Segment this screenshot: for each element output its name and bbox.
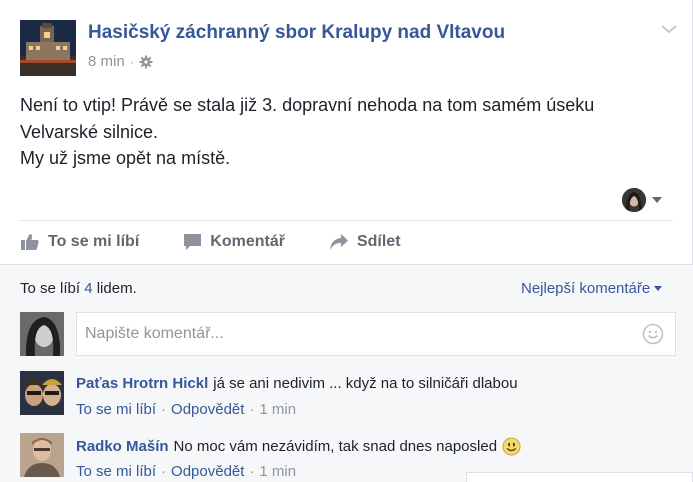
comment-text: já se ani nedivim ... když na to silničá…: [213, 375, 518, 392]
comment-author-link[interactable]: Radko Mašín: [76, 438, 169, 455]
avatar[interactable]: [20, 433, 64, 477]
comments-section: To se líbí 4 lidem. Nejlepší komentáře N…: [0, 264, 693, 482]
comment-text: No moc vám nezávidím, tak snad dnes napo…: [173, 438, 498, 455]
avatar[interactable]: [20, 371, 64, 415]
avatar: [20, 312, 64, 356]
comment-author-link[interactable]: Paťas Hrotrn Hickl: [76, 375, 208, 392]
post-text-line: My už jsme opět na místě.: [20, 148, 231, 168]
smiley-emoji-icon: [502, 437, 521, 456]
comment-reply-link[interactable]: Odpovědět: [171, 401, 244, 418]
like-button[interactable]: To se mi líbí: [20, 233, 139, 251]
comment-body: Radko Mašín No moc vám nezávidím, tak sn…: [76, 437, 521, 456]
post-meta: 8 min ·: [88, 53, 153, 70]
post-as-selector[interactable]: [622, 188, 662, 212]
comment-label: Komentář: [210, 233, 285, 250]
likes-count-link[interactable]: 4: [84, 280, 92, 297]
avatar: [622, 188, 646, 212]
likes-summary: To se líbí 4 lidem.: [20, 280, 137, 297]
emoji-icon[interactable]: [642, 323, 664, 345]
chevron-down-icon[interactable]: [659, 22, 679, 36]
page-avatar[interactable]: [20, 20, 76, 76]
gear-icon[interactable]: [139, 55, 153, 69]
popup-edge: [466, 472, 693, 482]
footer-separator: ·: [249, 401, 255, 418]
thumbs-up-icon: [21, 234, 39, 250]
likes-suffix: lidem.: [96, 280, 137, 297]
caret-down-icon: [654, 286, 663, 291]
comment-body: Paťas Hrotrn Hickl já se ani nedivim ...…: [76, 375, 518, 392]
comment-sort-dropdown[interactable]: Nejlepší komentáře: [521, 280, 663, 297]
post-text: Není to vtip! Právě se stala již 3. dopr…: [20, 92, 670, 172]
share-icon: [329, 234, 348, 250]
like-label: To se mi líbí: [48, 233, 140, 250]
divider: [20, 220, 673, 221]
likes-prefix: To se líbí: [20, 280, 81, 297]
sort-label: Nejlepší komentáře: [521, 280, 651, 297]
page-name-link[interactable]: Hasičský záchranný sbor Kralupy nad Vlta…: [88, 22, 505, 44]
share-button[interactable]: Sdílet: [329, 233, 401, 251]
comment-icon: [184, 234, 202, 250]
comment-like-link[interactable]: To se mi líbí: [76, 401, 156, 418]
comment-footer: To se mi líbí · Odpovědět · 1 min: [76, 401, 296, 418]
footer-separator: ·: [249, 463, 255, 480]
comment-time[interactable]: 1 min: [259, 463, 296, 480]
post-actions: To se mi líbí Komentář Sdílet: [20, 228, 445, 256]
post-text-line: Velvarské silnice.: [20, 121, 159, 142]
post-card: Hasičský záchranný sbor Kralupy nad Vlta…: [0, 0, 693, 482]
post-text-line: Není to vtip! Právě se stala již 3. dopr…: [20, 95, 595, 115]
meta-separator: ·: [129, 54, 134, 69]
share-label: Sdílet: [356, 233, 401, 250]
comment-reply-link[interactable]: Odpovědět: [171, 463, 244, 480]
comment-footer: To se mi líbí · Odpovědět · 1 min: [76, 463, 296, 480]
comment-input[interactable]: [76, 312, 676, 356]
footer-separator: ·: [161, 401, 167, 418]
comment-time[interactable]: 1 min: [259, 401, 296, 418]
footer-separator: ·: [161, 463, 167, 480]
post-timestamp[interactable]: 8 min: [88, 53, 125, 70]
caret-down-icon: [652, 197, 662, 203]
comment-button[interactable]: Komentář: [183, 233, 285, 251]
comment-like-link[interactable]: To se mi líbí: [76, 463, 156, 480]
